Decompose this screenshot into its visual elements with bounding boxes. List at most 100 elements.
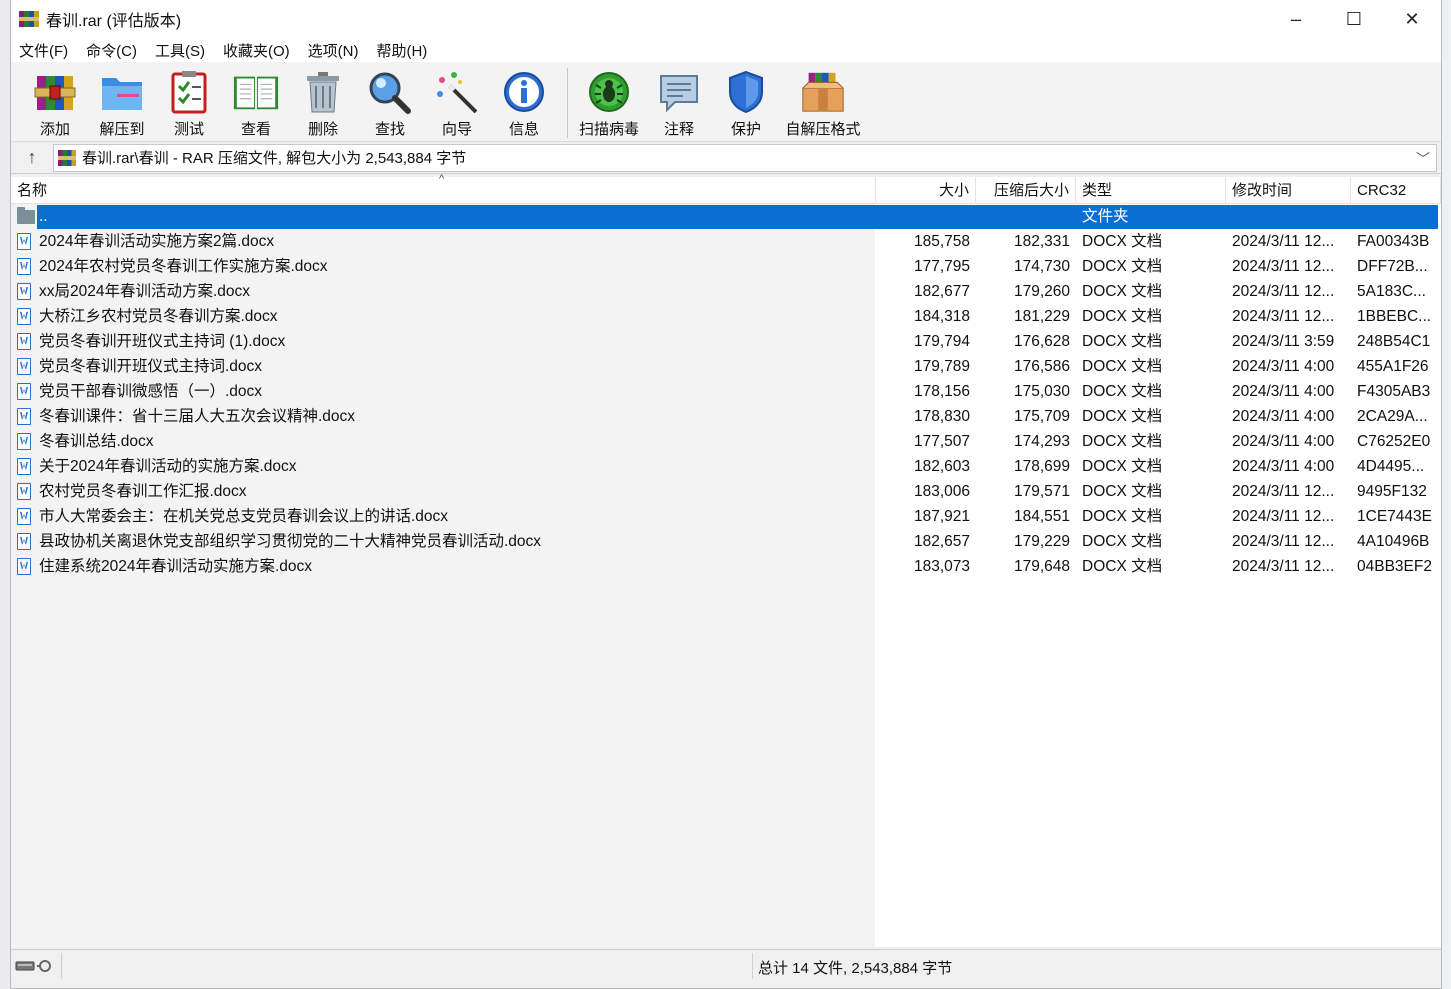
view-book-icon <box>232 68 280 116</box>
file-packed-size: 179,229 <box>1013 533 1070 550</box>
file-crc: 1CE7443E <box>1357 508 1432 525</box>
parent-folder-row[interactable]: .. 文件夹 <box>11 204 1441 229</box>
menu-help[interactable]: 帮助(H) <box>376 40 427 61</box>
file-row[interactable]: 关于2024年春训活动的实施方案.docx 182,603 178,699 DOCX … <box>11 454 1441 479</box>
add-button-label: 添加 <box>39 121 70 138</box>
close-button[interactable]: ✕ <box>1383 0 1441 38</box>
sort-ascending-icon: ^ <box>439 173 445 185</box>
column-type[interactable]: 类型 <box>1076 177 1226 204</box>
file-type: DOCX 文档 <box>1082 408 1163 425</box>
file-name: 大桥江乡农村党员冬春训方案.docx <box>39 308 278 325</box>
info-button[interactable]: 信息 <box>487 68 561 139</box>
drive-key-icon <box>15 960 51 972</box>
file-name: 冬春训课件：省十三届人大五次会议精神.docx <box>39 408 356 425</box>
menu-favorites[interactable]: 收藏夹(O) <box>223 40 290 61</box>
file-modified: 2024/3/11 12... <box>1232 258 1335 275</box>
file-modified: 2024/3/11 4:00 <box>1232 433 1335 450</box>
delete-button[interactable]: 删除 <box>293 68 353 139</box>
column-modified[interactable]: 修改时间 <box>1226 177 1351 204</box>
extract-to-button-label: 解压到 <box>99 121 145 138</box>
file-row[interactable]: 冬春训课件：省十三届人大五次会议精神.docx 178,830 175,709 DOC… <box>11 404 1441 429</box>
status-summary: 总计 14 文件, 2,543,884 字节 <box>758 960 953 977</box>
wizard-button[interactable]: 向导 <box>427 68 487 139</box>
column-header: 名称 ^ 大小 压缩后大小 类型 修改时间 CRC32 <box>11 173 1441 204</box>
file-row[interactable]: 2024年春训活动实施方案2篇.docx 185,758 182,331 DOCX 文… <box>11 229 1441 254</box>
menu-tools[interactable]: 工具(S) <box>155 40 205 61</box>
file-packed-size: 178,699 <box>1013 458 1070 475</box>
extract-to-button[interactable]: 解压到 <box>85 68 159 139</box>
file-name: 市人大常委会主：在机关党总支党员春训会议上的讲话.docx <box>39 508 449 525</box>
view-button[interactable]: 查看 <box>219 68 293 139</box>
file-size: 187,921 <box>913 508 970 525</box>
menu-commands[interactable]: 命令(C) <box>86 40 137 61</box>
protect-button[interactable]: 保护 <box>714 68 778 139</box>
docx-file-icon <box>17 333 33 350</box>
file-type: DOCX 文档 <box>1082 283 1163 300</box>
comment-button[interactable]: 注释 <box>644 68 714 139</box>
file-size: 178,830 <box>913 408 970 425</box>
file-type: DOCX 文档 <box>1082 433 1163 450</box>
find-button[interactable]: 查找 <box>353 68 427 139</box>
menu-file[interactable]: 文件(F) <box>19 40 68 61</box>
toolbar-separator <box>567 68 568 138</box>
file-crc: 04BB3EF2 <box>1357 558 1432 575</box>
file-row[interactable]: 住建系统2024年春训活动实施方案.docx 183,073 179,648 DOCX… <box>11 554 1441 579</box>
file-row[interactable]: 冬春训总结.docx 177,507 174,293 DOCX 文档 2024/3/11… <box>11 429 1441 454</box>
file-packed-size: 179,260 <box>1013 283 1070 300</box>
sfx-button[interactable]: 自解压格式 <box>778 68 868 139</box>
menu-options[interactable]: 选项(N) <box>308 40 359 61</box>
file-row[interactable]: 党员冬春训开班仪式主持词.docx 179,789 176,586 DOCX 文档 20… <box>11 354 1441 379</box>
winrar-window: 春训.rar (评估版本) – ☐ ✕ 文件(F) 命令(C) 工具(S) 收藏… <box>10 0 1442 989</box>
minimize-button[interactable]: – <box>1267 0 1325 38</box>
folder-icon <box>17 207 35 225</box>
column-crc[interactable]: CRC32 <box>1351 177 1441 204</box>
file-type: DOCX 文档 <box>1082 383 1163 400</box>
maximize-button[interactable]: ☐ <box>1325 0 1383 38</box>
file-modified: 2024/3/11 12... <box>1232 558 1335 575</box>
sfx-button-label: 自解压格式 <box>785 121 861 138</box>
file-row[interactable]: xx局2024年春训活动方案.docx 182,677 179,260 DOCX 文档… <box>11 279 1441 304</box>
file-row[interactable]: 县政协机关离退休党支部组织学习贯彻党的二十大精神党员春训活动.docx 182,6… <box>11 529 1441 554</box>
column-packed[interactable]: 压缩后大小 <box>976 177 1076 204</box>
file-crc: 1BBEBC... <box>1357 308 1432 325</box>
file-name: xx局2024年春训活动方案.docx <box>39 283 251 300</box>
file-row[interactable]: 党员冬春训开班仪式主持词 (1).docx 179,794 176,628 DOCX … <box>11 329 1441 354</box>
file-crc: 9495F132 <box>1357 483 1427 500</box>
file-name: 2024年春训活动实施方案2篇.docx <box>39 233 275 250</box>
docx-file-icon <box>17 258 33 275</box>
title-bar[interactable]: 春训.rar (评估版本) – ☐ ✕ <box>11 0 1441 38</box>
column-type-label: 类型 <box>1082 182 1113 199</box>
test-button[interactable]: 测试 <box>159 68 219 139</box>
file-packed-size: 174,730 <box>1013 258 1070 275</box>
file-type: DOCX 文档 <box>1082 458 1163 475</box>
test-checklist-icon <box>165 68 213 116</box>
find-button-label: 查找 <box>374 121 405 138</box>
docx-file-icon <box>17 308 33 325</box>
virus-scan-button[interactable]: 扫描病毒 <box>574 68 644 139</box>
file-row[interactable]: 农村党员冬春训工作汇报.docx 183,006 179,571 DOCX 文档 202… <box>11 479 1441 504</box>
path-field[interactable]: 春训.rar\春训 - RAR 压缩文件, 解包大小为 2,543,884 字节… <box>53 143 1437 172</box>
file-row[interactable]: 党员干部春训微感悟（一）.docx 178,156 175,030 DOCX 文档 20… <box>11 379 1441 404</box>
file-name: 党员冬春训开班仪式主持词 (1).docx <box>39 333 286 350</box>
menu-bar: 文件(F) 命令(C) 工具(S) 收藏夹(O) 选项(N) 帮助(H) <box>11 38 1441 62</box>
file-row[interactable]: 2024年农村党员冬春训工作实施方案.docx 177,795 174,730 DOC… <box>11 254 1441 279</box>
docx-file-icon <box>17 558 33 575</box>
file-packed-size: 184,551 <box>1013 508 1070 525</box>
file-packed-size: 179,571 <box>1013 483 1070 500</box>
file-packed-size: 175,709 <box>1013 408 1070 425</box>
comment-icon <box>655 68 703 116</box>
up-folder-button[interactable]: ↑ <box>11 142 53 174</box>
toolbar: 添加 解压到 测试 查看 删除 查找 向导 信息 扫描病毒 注释 保护 自解压格… <box>11 62 1441 142</box>
info-button-label: 信息 <box>508 121 539 138</box>
file-row[interactable]: 市人大常委会主：在机关党总支党员春训会议上的讲话.docx 187,921 184,… <box>11 504 1441 529</box>
file-row[interactable]: 大桥江乡农村党员冬春训方案.docx 184,318 181,229 DOCX 文档 2… <box>11 304 1441 329</box>
add-button[interactable]: 添加 <box>25 68 85 139</box>
file-rows: .. 文件夹 2024年春训活动实施方案2篇.docx 185,758 182,33… <box>11 204 1441 579</box>
extract-folder-icon <box>98 68 146 116</box>
file-modified: 2024/3/11 12... <box>1232 283 1335 300</box>
chevron-down-icon[interactable]: ﹀ <box>1416 149 1430 169</box>
column-size[interactable]: 大小 <box>876 177 976 204</box>
file-name: 关于2024年春训活动的实施方案.docx <box>39 458 297 475</box>
docx-file-icon <box>17 233 33 250</box>
file-type: DOCX 文档 <box>1082 508 1163 525</box>
